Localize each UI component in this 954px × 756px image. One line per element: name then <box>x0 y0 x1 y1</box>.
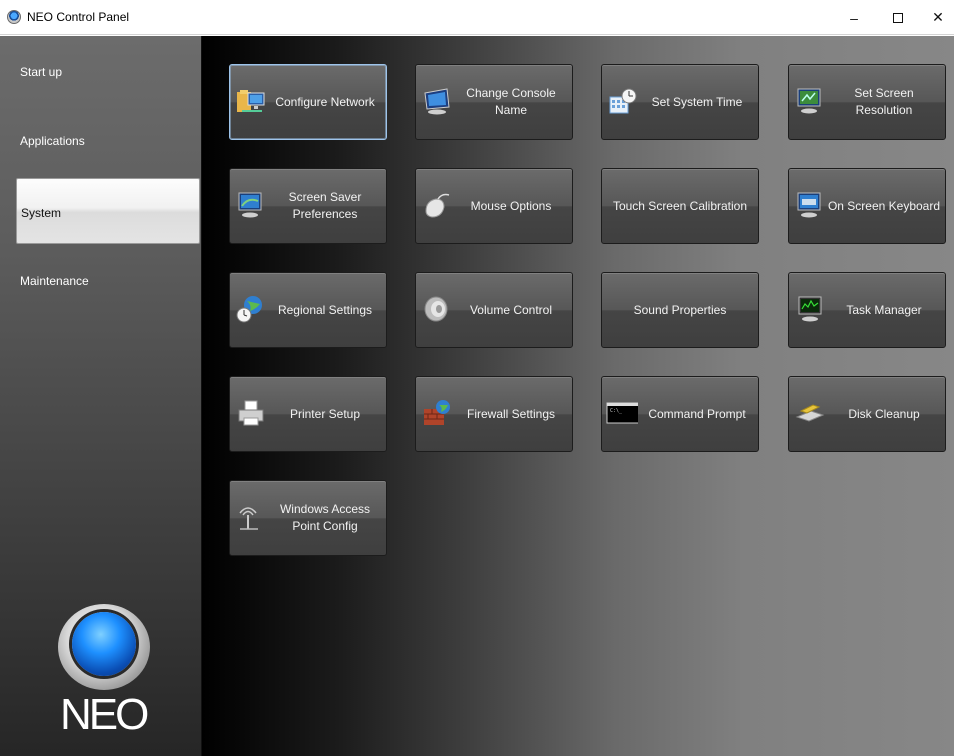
task-manager-button[interactable]: Task Manager <box>788 272 946 348</box>
tile-label: Configure Network <box>275 94 375 109</box>
tile-label: Sound Properties <box>633 302 727 317</box>
sidebar-item-system[interactable]: System <box>16 178 200 244</box>
network-folder-icon <box>237 90 265 112</box>
on-screen-keyboard-button[interactable]: On Screen Keyboard <box>788 168 946 244</box>
title-bar: NEO Control Panel – ✕ <box>0 0 954 35</box>
change-console-name-button[interactable]: Change Console Name <box>415 64 573 140</box>
mouse-options-button[interactable]: Mouse Options <box>415 168 573 244</box>
monitor-icon <box>424 88 450 115</box>
neo-logo-sphere-icon <box>72 612 136 676</box>
sidebar-item-label: System <box>21 206 62 220</box>
regional-settings-button[interactable]: Regional Settings <box>229 272 387 348</box>
configure-network-button[interactable]: Configure Network <box>229 64 387 140</box>
sidebar-item-applications[interactable]: Applications <box>16 106 200 170</box>
maximize-button[interactable] <box>878 0 918 35</box>
sidebar-item-maintenance[interactable]: Maintenance <box>16 246 200 310</box>
globe-clock-icon <box>236 296 262 323</box>
clock-calendar-icon <box>609 88 637 114</box>
sidebar-item-start-up[interactable]: Start up <box>16 36 200 100</box>
sidebar-item-label: Start up <box>20 65 63 79</box>
firewall-icon <box>424 400 450 425</box>
tile-label: Volume Control <box>469 302 553 317</box>
tile-label: Task Manager <box>846 302 922 317</box>
tile-label: Command Prompt <box>648 406 746 421</box>
set-screen-resolution-button[interactable]: Set Screen Resolution <box>788 64 946 140</box>
tile-label: Screen Saver Preferences <box>288 190 362 221</box>
neo-logo: NEO <box>58 604 150 739</box>
tile-label: Firewall Settings <box>466 406 556 421</box>
disk-cleanup-button[interactable]: Disk Cleanup <box>788 376 946 452</box>
windows-access-point-config-button[interactable]: Windows Access Point Config <box>229 480 387 556</box>
printer-icon <box>238 400 264 426</box>
task-monitor-icon <box>798 296 822 322</box>
tile-label: Regional Settings <box>277 302 373 317</box>
screen-saver-preferences-button[interactable]: Screen Saver Preferences <box>229 168 387 244</box>
sound-properties-button[interactable]: Sound Properties <box>601 272 759 348</box>
neo-logo-text: NEO <box>60 690 149 739</box>
disk-cleanup-icon <box>795 404 825 422</box>
screen-saver-icon <box>238 192 262 218</box>
tile-label: Set Screen Resolution <box>854 86 914 117</box>
sidebar-item-label: Maintenance <box>20 274 89 288</box>
firewall-settings-button[interactable]: Firewall Settings <box>415 376 573 452</box>
volume-control-button[interactable]: Volume Control <box>415 272 573 348</box>
minimize-button[interactable]: – <box>834 0 874 35</box>
access-point-icon <box>239 507 258 530</box>
command-prompt-button[interactable]: C:\_ Command Prompt <box>601 376 759 452</box>
close-button[interactable]: ✕ <box>922 0 954 35</box>
keyboard-monitor-icon <box>797 192 821 218</box>
tile-label: Disk Cleanup <box>848 406 920 421</box>
window-title: NEO Control Panel <box>27 10 130 24</box>
screen-resolution-icon <box>797 88 821 114</box>
tile-label: On Screen Keyboard <box>827 198 941 213</box>
main-panel: Configure Network Change Console Name Se… <box>202 36 954 756</box>
tile-label: Windows Access Point Config <box>279 502 371 533</box>
svg-text:C:\_: C:\_ <box>610 408 623 414</box>
speaker-icon <box>424 296 448 322</box>
sidebar: Start up Applications System Maintenance… <box>0 36 202 756</box>
set-system-time-button[interactable]: Set System Time <box>601 64 759 140</box>
tile-label: Mouse Options <box>470 198 552 213</box>
app-logo-icon <box>7 10 21 24</box>
sidebar-item-label: Applications <box>20 134 85 148</box>
tile-label: Touch Screen Calibration <box>612 198 748 213</box>
tile-label: Printer Setup <box>289 406 361 421</box>
tile-label: Change Console Name <box>466 86 556 117</box>
tile-label: Set System Time <box>651 94 743 109</box>
printer-setup-button[interactable]: Printer Setup <box>229 376 387 452</box>
command-prompt-icon: C:\_ <box>606 402 638 424</box>
maximize-icon <box>893 12 903 23</box>
mouse-icon <box>425 193 450 218</box>
touch-screen-calibration-button[interactable]: Touch Screen Calibration <box>601 168 759 244</box>
